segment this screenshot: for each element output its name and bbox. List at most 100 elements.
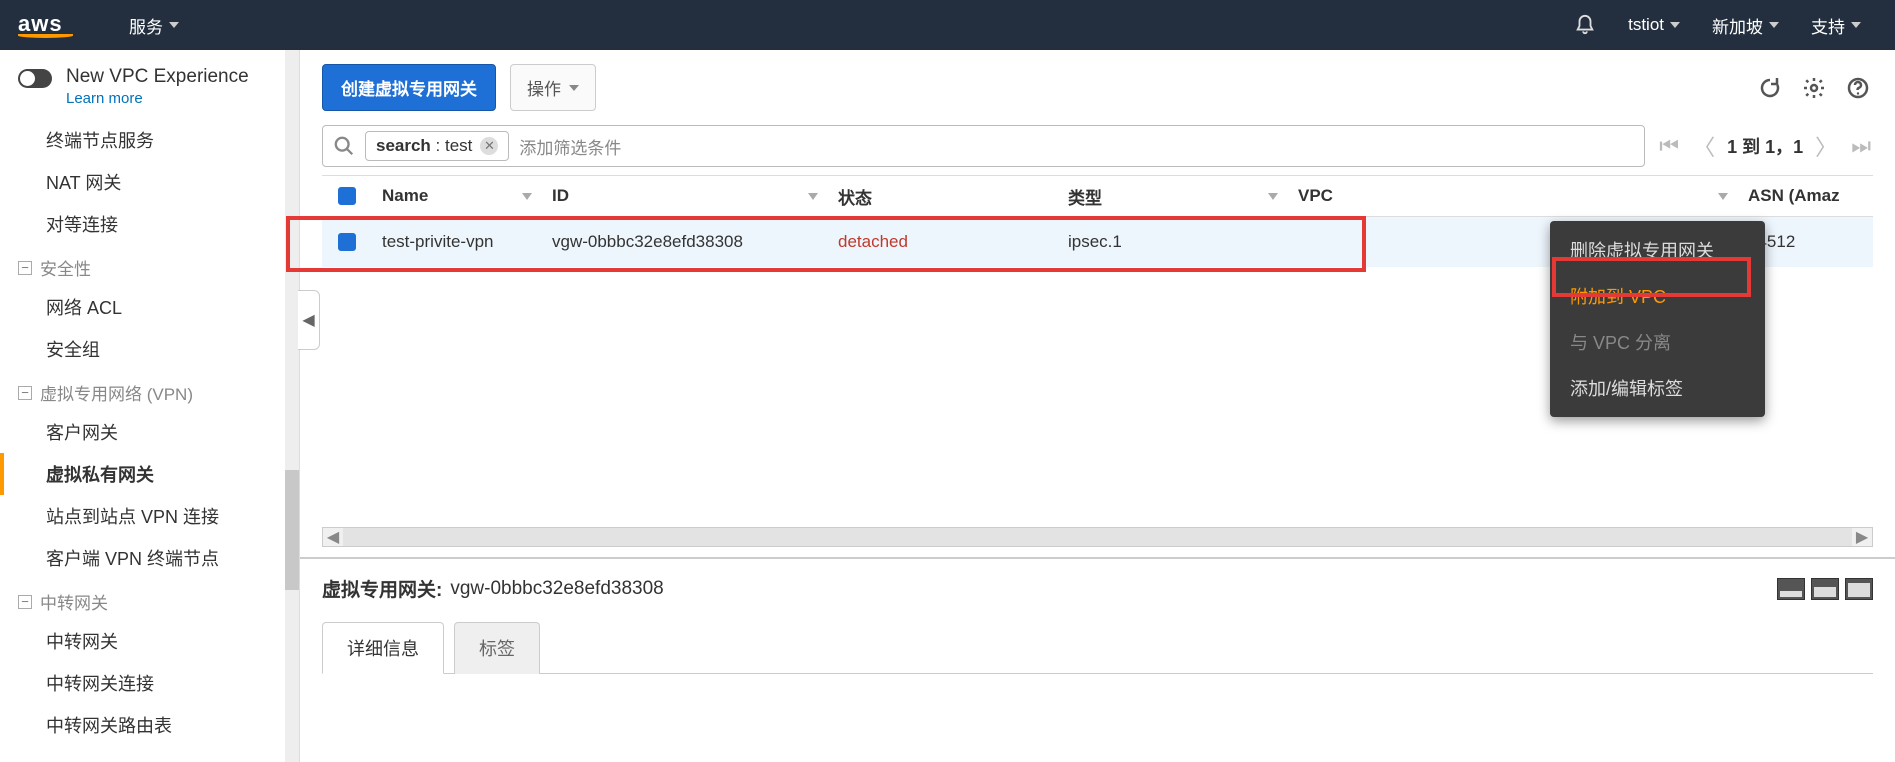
horizontal-scrollbar[interactable]: ◀ ▶ bbox=[322, 527, 1873, 547]
sidebar-item-customer-gateway[interactable]: 客户网关 bbox=[0, 411, 299, 453]
help-icon bbox=[1846, 76, 1870, 100]
account-menu[interactable]: tstiot bbox=[1612, 15, 1696, 35]
menu-detach-vpc: 与 VPC 分离 bbox=[1550, 319, 1765, 365]
filter-input[interactable]: search : test ✕ 添加筛选条件 bbox=[322, 125, 1645, 167]
create-vgw-button[interactable]: 创建虚拟专用网关 bbox=[322, 64, 496, 111]
sidebar-item-virtual-private-gateway[interactable]: 虚拟私有网关 bbox=[0, 453, 299, 495]
th-id[interactable]: ID bbox=[542, 186, 828, 206]
scroll-left-icon[interactable]: ◀ bbox=[323, 527, 343, 547]
panel-size-small[interactable] bbox=[1777, 578, 1805, 600]
filter-row: search : test ✕ 添加筛选条件 ⏮ 〈 1 到 1，1 〉 ⏭ bbox=[300, 125, 1895, 175]
sidebar-item-site-to-site[interactable]: 站点到站点 VPN 连接 bbox=[0, 495, 299, 537]
th-state[interactable]: 状态 bbox=[828, 184, 1058, 209]
table: Name ID 状态 类型 VPC ASN (Amaz test-privite… bbox=[300, 175, 1895, 267]
sidebar-collapse-handle[interactable]: ◀ bbox=[298, 290, 320, 350]
caret-down-icon bbox=[169, 22, 179, 28]
services-menu[interactable]: 服务 bbox=[113, 13, 195, 38]
caret-down-icon bbox=[1851, 22, 1861, 28]
caret-down-icon bbox=[1670, 22, 1680, 28]
cell-state: detached bbox=[828, 232, 1058, 252]
pager-next-icon[interactable]: 〉 bbox=[1813, 128, 1839, 164]
pager: ⏮ 〈 1 到 1，1 〉 ⏭ bbox=[1657, 128, 1873, 164]
tab-details[interactable]: 详细信息 bbox=[322, 622, 444, 674]
cell-type: ipsec.1 bbox=[1058, 232, 1288, 252]
menu-delete-vgw[interactable]: 删除虚拟专用网关 bbox=[1550, 227, 1765, 273]
actions-menu-button[interactable]: 操作 bbox=[510, 64, 596, 111]
notifications-button[interactable] bbox=[1558, 14, 1612, 36]
services-label: 服务 bbox=[129, 13, 163, 38]
toolbar: 创建虚拟专用网关 操作 bbox=[300, 50, 1895, 125]
main-content: ◀ 创建虚拟专用网关 操作 search : test bbox=[300, 50, 1895, 762]
sidebar-group-security[interactable]: − 安全性 bbox=[0, 245, 299, 286]
new-experience-banner: New VPC Experience Learn more bbox=[0, 50, 299, 117]
th-name[interactable]: Name bbox=[372, 186, 542, 206]
sidebar-group-transit[interactable]: − 中转网关 bbox=[0, 579, 299, 620]
sort-icon bbox=[808, 193, 818, 200]
support-label: 支持 bbox=[1811, 13, 1845, 38]
panel-size-medium[interactable] bbox=[1811, 578, 1839, 600]
sort-icon bbox=[1718, 193, 1728, 200]
search-icon bbox=[333, 135, 355, 157]
panel-view-controls bbox=[1777, 578, 1873, 600]
refresh-button[interactable] bbox=[1755, 73, 1785, 103]
learn-more-link[interactable]: Learn more bbox=[66, 90, 249, 107]
collapse-icon: − bbox=[18, 261, 32, 275]
sidebar-group-vpn[interactable]: − 虚拟专用网络 (VPN) bbox=[0, 370, 299, 411]
sidebar-item-client-vpn[interactable]: 客户端 VPN 终端节点 bbox=[0, 537, 299, 579]
scroll-right-icon[interactable]: ▶ bbox=[1852, 527, 1872, 547]
support-menu[interactable]: 支持 bbox=[1795, 13, 1877, 38]
details-title: 虚拟专用网关: vgw-0bbbc32e8efd38308 bbox=[322, 575, 1873, 602]
sidebar-item-nat-gateway[interactable]: NAT 网关 bbox=[0, 161, 299, 203]
filter-chip[interactable]: search : test ✕ bbox=[365, 131, 509, 161]
pager-prev-icon[interactable]: 〈 bbox=[1691, 128, 1717, 164]
th-type[interactable]: 类型 bbox=[1058, 184, 1288, 209]
sidebar-nav: 终端节点服务 NAT 网关 对等连接 − 安全性 网络 ACL 安全组 − 虚拟… bbox=[0, 117, 299, 746]
row-checkbox[interactable] bbox=[338, 233, 356, 251]
sidebar-item-transit-routetables[interactable]: 中转网关路由表 bbox=[0, 704, 299, 746]
pager-last-icon[interactable]: ⏭ bbox=[1849, 131, 1873, 161]
region-label: 新加坡 bbox=[1712, 13, 1763, 38]
menu-attach-vpc[interactable]: 附加到 VPC bbox=[1550, 273, 1765, 319]
th-asn[interactable]: ASN (Amaz bbox=[1738, 186, 1873, 206]
sidebar-item-network-acl[interactable]: 网络 ACL bbox=[0, 286, 299, 328]
top-header: aws 服务 tstiot 新加坡 支持 bbox=[0, 0, 1895, 50]
new-experience-toggle[interactable] bbox=[18, 69, 52, 88]
caret-down-icon bbox=[1769, 22, 1779, 28]
bell-icon bbox=[1574, 14, 1596, 36]
tab-tags[interactable]: 标签 bbox=[454, 622, 540, 674]
sidebar-item-transit-gateway[interactable]: 中转网关 bbox=[0, 620, 299, 662]
cell-id: vgw-0bbbc32e8efd38308 bbox=[542, 232, 828, 252]
th-vpc[interactable]: VPC bbox=[1288, 186, 1738, 206]
context-menu: 删除虚拟专用网关 附加到 VPC 与 VPC 分离 添加/编辑标签 bbox=[1550, 221, 1765, 417]
sort-icon bbox=[522, 193, 532, 200]
panel-size-large[interactable] bbox=[1845, 578, 1873, 600]
collapse-icon: − bbox=[18, 386, 32, 400]
sidebar-item-peering[interactable]: 对等连接 bbox=[0, 203, 299, 245]
refresh-icon bbox=[1758, 76, 1782, 100]
sidebar-scroll-thumb[interactable] bbox=[285, 470, 299, 590]
settings-button[interactable] bbox=[1799, 73, 1829, 103]
pager-first-icon[interactable]: ⏮ bbox=[1657, 131, 1681, 161]
sidebar-item-transit-attachments[interactable]: 中转网关连接 bbox=[0, 662, 299, 704]
menu-edit-tags[interactable]: 添加/编辑标签 bbox=[1550, 365, 1765, 411]
cell-name: test-privite-vpn bbox=[372, 232, 542, 252]
remove-chip-icon[interactable]: ✕ bbox=[480, 137, 498, 155]
filter-placeholder: 添加筛选条件 bbox=[519, 134, 621, 159]
new-experience-label: New VPC Experience bbox=[66, 66, 249, 88]
sidebar-item-security-groups[interactable]: 安全组 bbox=[0, 328, 299, 370]
account-label: tstiot bbox=[1628, 15, 1664, 35]
pager-text: 1 到 1，1 bbox=[1727, 133, 1803, 159]
select-all-checkbox[interactable] bbox=[338, 187, 356, 205]
caret-down-icon bbox=[569, 85, 579, 91]
aws-logo[interactable]: aws bbox=[18, 13, 73, 38]
help-button[interactable] bbox=[1843, 73, 1873, 103]
scroll-track[interactable] bbox=[343, 528, 1852, 546]
sidebar: New VPC Experience Learn more 终端节点服务 NAT… bbox=[0, 50, 300, 762]
sidebar-scroll-track[interactable] bbox=[285, 50, 299, 762]
sidebar-item-endpoint-services[interactable]: 终端节点服务 bbox=[0, 119, 299, 161]
table-header-row: Name ID 状态 类型 VPC ASN (Amaz bbox=[322, 175, 1873, 217]
collapse-icon: − bbox=[18, 595, 32, 609]
details-tabs: 详细信息 标签 bbox=[322, 622, 1873, 674]
region-menu[interactable]: 新加坡 bbox=[1696, 13, 1795, 38]
details-pane: 虚拟专用网关: vgw-0bbbc32e8efd38308 详细信息 标签 bbox=[300, 557, 1895, 674]
